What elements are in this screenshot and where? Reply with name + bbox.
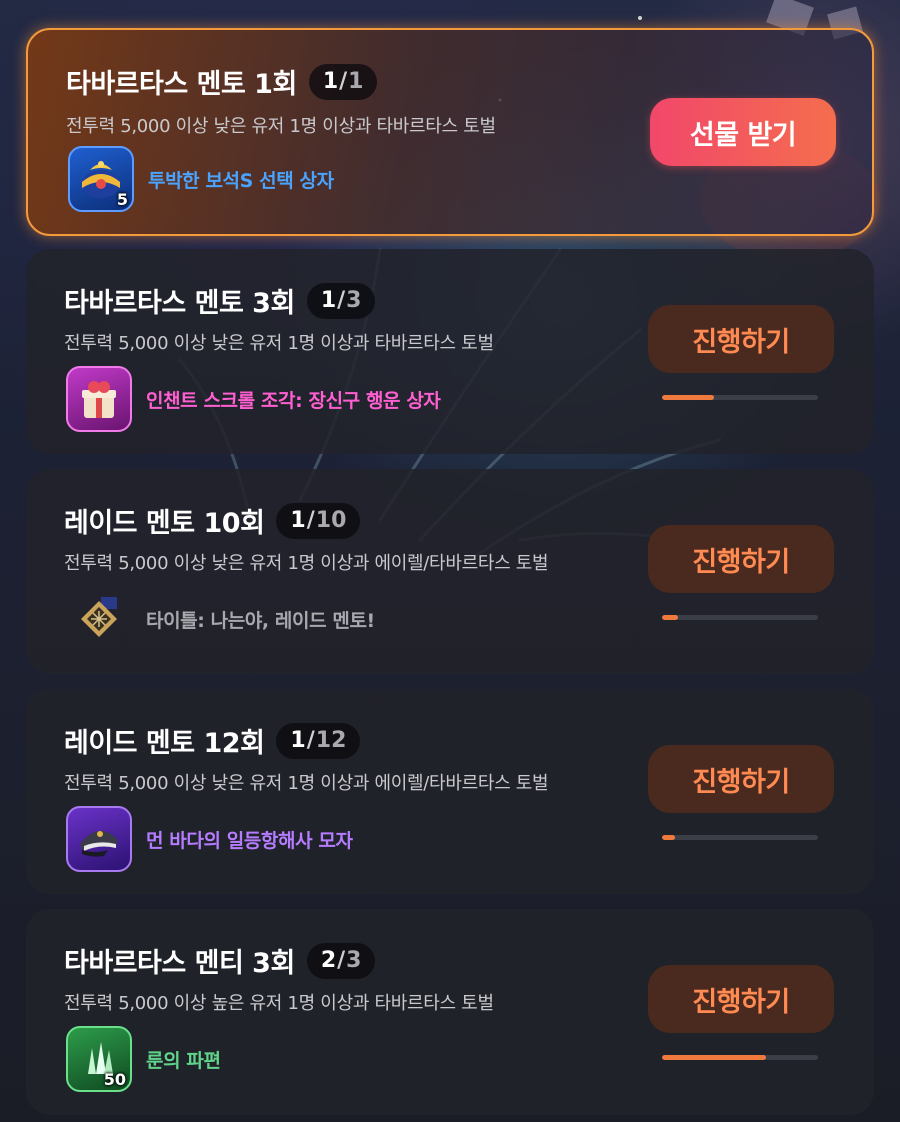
mission-progress-badge: 1/1 <box>308 63 378 100</box>
reward-name: 인챈트 스크롤 조각: 장신구 행운 상자 <box>146 389 441 412</box>
proceed-button[interactable]: 진행하기 <box>648 745 834 813</box>
mission-progress-badge: 1/3 <box>306 282 376 319</box>
captain-hat-icon[interactable] <box>66 806 132 872</box>
mission-progress-badge: 2/3 <box>306 942 376 979</box>
progress-fill <box>662 835 675 840</box>
mission-progress-badge: 1/10 <box>276 502 361 539</box>
reward-name: 투박한 보석S 선택 상자 <box>148 169 334 192</box>
mission-reward: 먼 바다의 일등항해사 모자 <box>66 806 353 872</box>
reward-name: 룬의 파편 <box>146 1049 221 1072</box>
title-badge-icon[interactable] <box>66 586 132 652</box>
mission-description: 전투력 5,000 이상 낮은 유저 1명 이상과 에이렐/타바르타스 토벌 <box>64 773 549 794</box>
mission-description: 전투력 5,000 이상 낮은 유저 1명 이상과 타바르타스 토벌 <box>64 333 494 354</box>
proceed-button[interactable]: 진행하기 <box>648 305 834 373</box>
claim-gift-button[interactable]: 선물 받기 <box>650 98 836 166</box>
mission-progress-bar <box>662 395 818 400</box>
mission-reward: 50 룬의 파편 <box>66 1026 221 1092</box>
gift-box-icon[interactable] <box>66 366 132 432</box>
mission-description: 전투력 5,000 이상 높은 유저 1명 이상과 타바르타스 토벌 <box>64 993 494 1014</box>
mission-card: 타바르타스 멘토 3회 1/3 전투력 5,000 이상 낮은 유저 1명 이상… <box>26 249 874 454</box>
gem-box-icon[interactable]: 5 <box>68 146 134 212</box>
mission-progress-bar <box>662 615 818 620</box>
progress-fill <box>662 395 714 400</box>
reward-count: 5 <box>116 190 128 209</box>
mission-card: 타바르타스 멘티 3회 2/3 전투력 5,000 이상 높은 유저 1명 이상… <box>26 909 874 1115</box>
progress-fill <box>662 1055 767 1060</box>
rune-shard-icon[interactable]: 50 <box>66 1026 132 1092</box>
mission-description: 전투력 5,000 이상 낮은 유저 1명 이상과 에이렐/타바르타스 토벌 <box>64 553 549 574</box>
proceed-button[interactable]: 진행하기 <box>648 525 834 593</box>
mission-description: 전투력 5,000 이상 낮은 유저 1명 이상과 타바르타스 토벌 <box>66 116 496 137</box>
proceed-button[interactable]: 진행하기 <box>648 965 834 1033</box>
reward-count: 50 <box>103 1070 126 1089</box>
mission-title: 레이드 멘토 10회 <box>64 508 265 539</box>
reward-name: 먼 바다의 일등항해사 모자 <box>146 829 353 852</box>
progress-fill <box>662 615 678 620</box>
mission-progress-badge: 1/12 <box>276 722 361 759</box>
mission-title: 타바르타스 멘토 3회 <box>64 288 295 319</box>
mission-title: 타바르타스 멘토 1회 <box>66 69 297 100</box>
mission-card: 레이드 멘토 10회 1/10 전투력 5,000 이상 낮은 유저 1명 이상… <box>26 469 874 674</box>
mission-card: 타바르타스 멘토 1회 1/1 전투력 5,000 이상 낮은 유저 1명 이상… <box>26 28 874 236</box>
mission-progress-bar <box>662 1055 818 1060</box>
mission-title: 레이드 멘토 12회 <box>64 728 265 759</box>
mission-card: 레이드 멘토 12회 1/12 전투력 5,000 이상 낮은 유저 1명 이상… <box>26 689 874 894</box>
mission-title: 타바르타스 멘티 3회 <box>64 948 295 979</box>
mission-reward: 5 투박한 보석S 선택 상자 <box>68 146 334 212</box>
mission-reward: 타이틀: 나는야, 레이드 멘토! <box>66 586 375 652</box>
mission-reward: 인챈트 스크롤 조각: 장신구 행운 상자 <box>66 366 441 432</box>
mission-progress-bar <box>662 835 818 840</box>
reward-name: 타이틀: 나는야, 레이드 멘토! <box>146 609 375 632</box>
